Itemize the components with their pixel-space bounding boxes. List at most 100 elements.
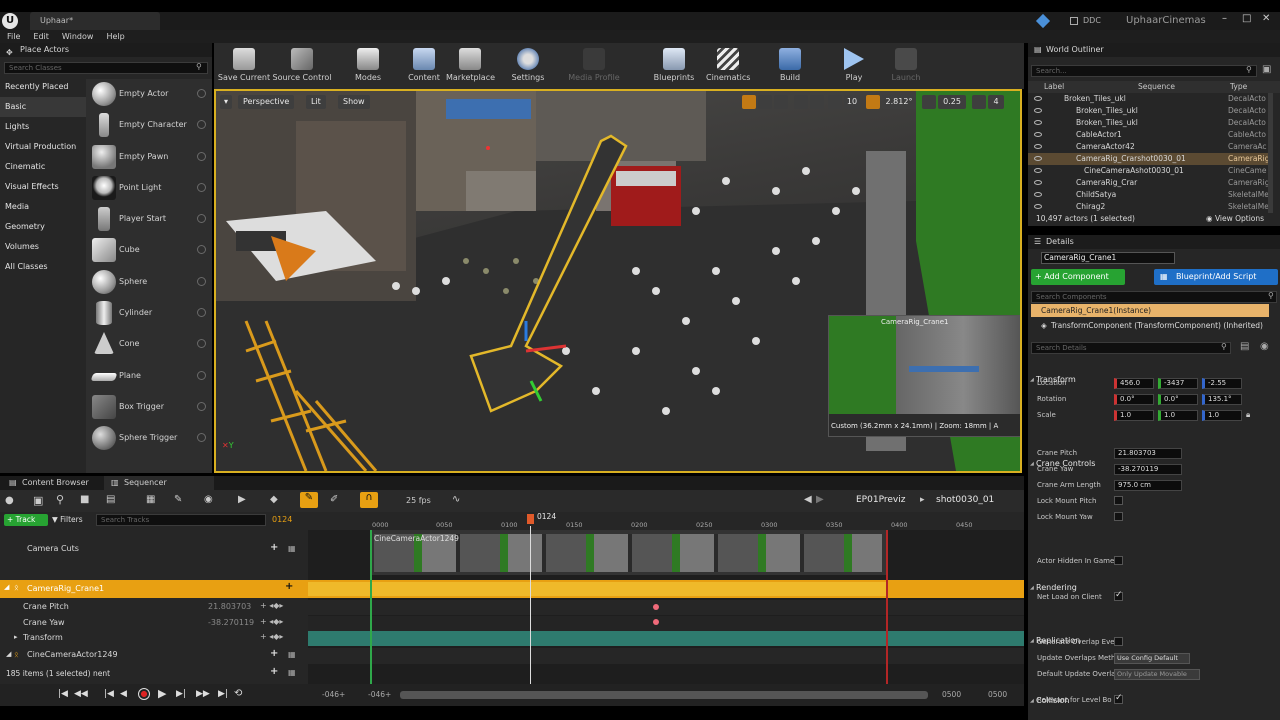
current-frame-display[interactable]: 0124 xyxy=(272,515,292,524)
maximize-viewport-icon[interactable] xyxy=(1008,95,1018,109)
add-icon[interactable]: + xyxy=(270,648,278,659)
visibility-eye-icon[interactable] xyxy=(1034,108,1042,113)
add-icon[interactable]: + xyxy=(285,581,293,592)
outliner-row[interactable]: CameraActor42 CameraAc xyxy=(1028,141,1268,153)
source-control-status-icon[interactable] xyxy=(1035,13,1051,29)
category-visual-effects[interactable]: Visual Effects xyxy=(0,177,86,197)
rotate-tool-icon[interactable] xyxy=(758,95,772,109)
menu-window[interactable]: Window xyxy=(62,32,94,41)
help-icon[interactable] xyxy=(197,120,206,130)
track-row-camera-cuts[interactable]: Camera Cuts + ▦ xyxy=(0,540,308,560)
outliner-row[interactable]: Broken_Tiles_ukl DecalActo xyxy=(1028,105,1268,117)
camera-icon[interactable]: ■ xyxy=(80,494,89,505)
camera-speed-icon[interactable] xyxy=(972,95,986,109)
actor-item[interactable]: Cylinder xyxy=(86,298,212,329)
crane-arm-length-field[interactable]: 975.0 cm xyxy=(1114,480,1182,491)
timeline-scrollbar[interactable] xyxy=(400,691,928,699)
sequencer-timeline[interactable]: 0000 0050 0100 0150 0200 0250 0300 0350 … xyxy=(308,512,1024,684)
visibility-eye-icon[interactable] xyxy=(1034,144,1042,149)
camera-speed-value[interactable]: 4 xyxy=(988,95,1004,109)
perspective-button[interactable]: Perspective xyxy=(238,95,295,109)
expand-arrow-icon[interactable]: ◢ xyxy=(4,583,9,591)
launch-button[interactable]: Launch xyxy=(886,43,926,89)
step-forward-icon[interactable]: ▶| xyxy=(176,689,186,699)
visibility-eye-icon[interactable] xyxy=(1034,192,1042,197)
actor-item[interactable]: Sphere Trigger xyxy=(86,423,212,454)
marketplace-button[interactable]: Marketplace xyxy=(446,43,495,89)
settings-button[interactable]: Settings xyxy=(508,43,548,89)
render-movie-icon[interactable]: ▤ xyxy=(106,494,115,505)
help-icon[interactable] xyxy=(197,370,206,380)
instance-row[interactable]: CameraRig_Crane1(Instance) xyxy=(1031,304,1269,317)
tools-icon[interactable]: ✎ xyxy=(174,494,182,505)
visibility-eye-icon[interactable] xyxy=(1034,156,1042,161)
help-icon[interactable] xyxy=(197,276,206,286)
component-search-input[interactable]: Search Components xyxy=(1031,291,1277,303)
actor-item[interactable]: Sphere xyxy=(86,267,212,298)
help-icon[interactable] xyxy=(197,308,206,318)
translate-tool-icon[interactable] xyxy=(742,95,756,109)
scale-y-field[interactable]: 1.0 xyxy=(1158,410,1198,421)
grid-snap-value[interactable]: 10 xyxy=(844,95,860,109)
key-nav-icon[interactable]: + ◂◆▸ xyxy=(260,601,283,610)
breadcrumb-sequence[interactable]: EP01Previz xyxy=(856,495,905,505)
track-value[interactable]: 21.803703 xyxy=(208,602,251,611)
step-back-icon[interactable]: |◀ xyxy=(104,689,114,699)
help-icon[interactable] xyxy=(197,89,206,98)
menu-edit[interactable]: Edit xyxy=(33,32,49,41)
rotation-z-field[interactable]: 135.1° xyxy=(1202,394,1242,405)
visibility-eye-icon[interactable] xyxy=(1034,204,1042,209)
actor-item[interactable]: Cone xyxy=(86,329,212,360)
lock-icon[interactable]: 🔒︎ xyxy=(1246,410,1250,420)
actor-item[interactable]: Player Start xyxy=(86,204,212,235)
breadcrumb-shot[interactable]: shot0030_01 xyxy=(936,495,994,505)
outliner-settings-icon[interactable]: ▣ xyxy=(1262,64,1271,75)
rotation-y-field[interactable]: 0.0° xyxy=(1158,394,1198,405)
previous-key-icon[interactable]: ◀◀ xyxy=(74,689,88,699)
category-media[interactable]: Media xyxy=(0,197,86,217)
net-load-checkbox[interactable] xyxy=(1114,590,1123,601)
content-button[interactable]: Content xyxy=(404,43,444,89)
expand-arrow-icon[interactable]: ▸ xyxy=(14,633,18,641)
location-y-field[interactable]: -3437 xyxy=(1158,378,1198,389)
scale-snap-value[interactable]: 0.25 xyxy=(938,95,966,109)
cinematics-button[interactable]: Cinematics xyxy=(706,43,750,89)
viewport-options-button[interactable]: ▾ xyxy=(220,95,232,109)
actor-hidden-checkbox[interactable] xyxy=(1114,556,1123,565)
category-lights[interactable]: Lights xyxy=(0,117,86,137)
modes-button[interactable]: Modes xyxy=(348,43,388,89)
minimize-button[interactable]: – xyxy=(1222,13,1227,24)
default-update-dropdown[interactable]: Only Update Movable xyxy=(1114,669,1200,680)
actor-name-input[interactable]: CameraRig_Crane1 xyxy=(1041,252,1175,264)
close-button[interactable]: ✕ xyxy=(1262,13,1270,24)
keyframe[interactable] xyxy=(653,604,659,610)
save-current-button[interactable]: Save Current xyxy=(216,43,272,89)
record-button[interactable] xyxy=(138,688,150,700)
help-icon[interactable] xyxy=(197,182,206,192)
fps-selector[interactable]: 25 fps xyxy=(406,496,431,505)
transform-lane[interactable] xyxy=(308,631,1024,646)
help-icon[interactable] xyxy=(197,245,206,255)
category-geometry[interactable]: Geometry xyxy=(0,217,86,237)
show-button[interactable]: Show xyxy=(338,95,370,109)
scale-snap-icon[interactable] xyxy=(922,95,936,109)
crane-pitch-field[interactable]: 21.803703 xyxy=(1114,448,1182,459)
add-track-button[interactable]: + Track xyxy=(4,514,48,526)
next-key-icon[interactable]: ▶▶ xyxy=(196,689,210,699)
scale-z-field[interactable]: 1.0 xyxy=(1202,410,1242,421)
range-end-a[interactable]: 0500 xyxy=(942,690,961,699)
rotation-snap-icon[interactable] xyxy=(866,95,880,109)
class-search-input[interactable]: Search Classes xyxy=(4,62,208,74)
outliner-row[interactable]: CameraRig_Crar CameraRig xyxy=(1028,177,1270,189)
outliner-row[interactable]: CineCameraAshot0030_01 CineCame xyxy=(1028,165,1268,177)
outliner-scrollbar[interactable] xyxy=(1268,93,1273,213)
keyframe-icon[interactable]: ◆ xyxy=(270,494,278,505)
track-value[interactable]: -38.270119 xyxy=(208,618,254,627)
play-button[interactable]: Play xyxy=(834,43,874,89)
crane-rig-section-bar[interactable] xyxy=(308,582,886,596)
jump-to-start-icon[interactable]: |◀ xyxy=(58,689,68,699)
media-profile-button[interactable]: Media Profile xyxy=(566,43,622,89)
visibility-eye-icon[interactable]: ◉ xyxy=(1260,341,1269,352)
camera-lock-icon[interactable]: ▦ xyxy=(288,650,296,659)
world-icon[interactable]: ● xyxy=(5,495,14,506)
